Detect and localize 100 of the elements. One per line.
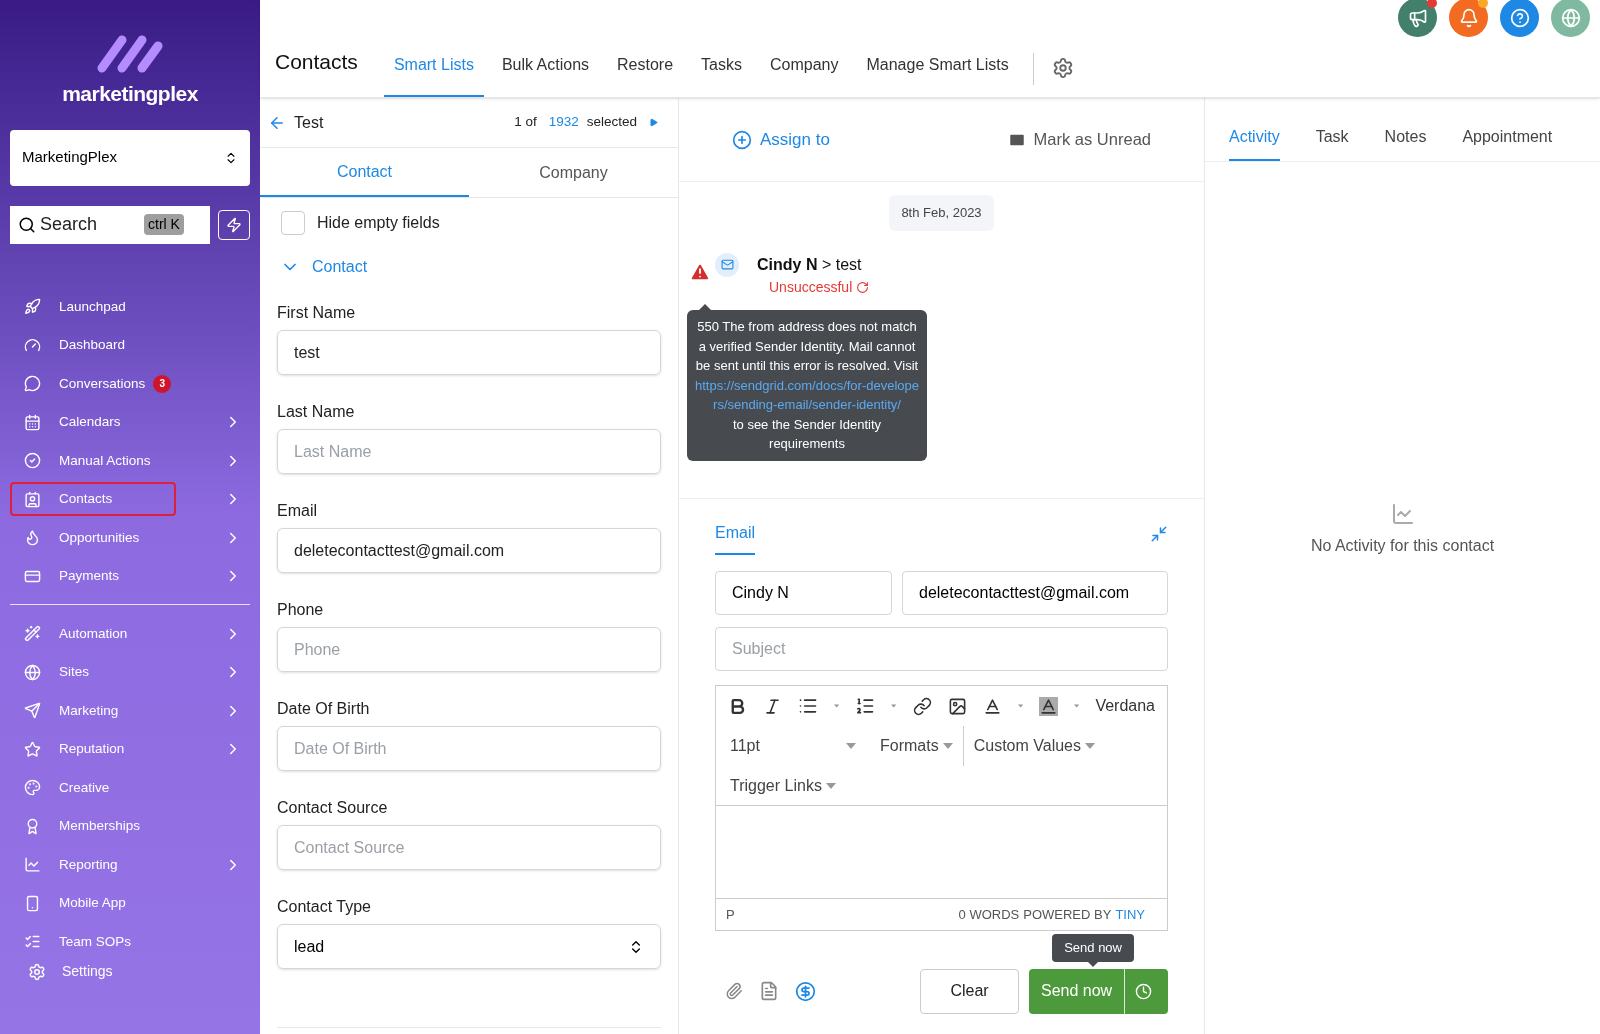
search-field[interactable]: Search ctrl K — [10, 205, 210, 244]
caret-icon[interactable] — [1017, 703, 1024, 709]
nav-tab[interactable]: Restore — [607, 53, 684, 97]
schedule-icon[interactable] — [1135, 982, 1153, 1000]
caret-icon[interactable] — [1085, 743, 1095, 749]
activity-tab[interactable]: Notes — [1384, 125, 1427, 161]
text-color-icon[interactable] — [982, 696, 1002, 716]
sidebar-item[interactable]: Reporting — [10, 847, 176, 882]
account-select[interactable]: MarketingPlex — [10, 129, 250, 186]
trigger-links-menu[interactable]: Trigger Links — [730, 773, 836, 798]
caret-icon[interactable] — [825, 782, 836, 789]
link-icon[interactable] — [912, 696, 932, 716]
checkbox[interactable] — [281, 211, 305, 235]
paperclip-icon[interactable] — [725, 982, 743, 1000]
numbered-list-icon[interactable] — [855, 696, 876, 716]
custom-values-menu[interactable]: Custom Values — [973, 734, 1095, 758]
panel-tab[interactable]: Company — [469, 148, 678, 197]
select-field[interactable]: lead — [277, 924, 661, 969]
input-field[interactable]: deletecontacttest@gmail.com — [277, 528, 661, 573]
sidebar-item[interactable]: Conversations 3 — [10, 366, 176, 401]
nav-tab[interactable]: Manage Smart Lists — [856, 53, 1019, 97]
shortcut-hint: ctrl K — [144, 214, 184, 235]
caret-icon[interactable] — [846, 743, 856, 749]
sidebar-item[interactable]: Manual Actions — [10, 443, 176, 478]
sidebar-item-label: Payments — [59, 567, 120, 586]
sidebar-item-label: Memberships — [59, 817, 141, 836]
sidebar-item[interactable]: Sites — [10, 655, 176, 690]
bell-icon[interactable] — [1449, 0, 1488, 37]
caret-icon[interactable] — [891, 703, 897, 709]
sidebar-item[interactable]: Dashboard — [10, 328, 176, 363]
document-icon[interactable] — [759, 981, 779, 1001]
to-email-field[interactable]: deletecontacttest@gmail.com — [902, 571, 1168, 615]
panel-tab[interactable]: Contact — [260, 148, 469, 197]
docs-link[interactable]: https://sendgrid.com/docs/for-developers/sending-email/sender-identity/ — [695, 375, 919, 415]
sidebar-item[interactable]: Creative — [10, 770, 176, 805]
section-toggle[interactable]: Contact — [312, 255, 368, 279]
quick-action-button[interactable] — [218, 209, 250, 240]
image-icon[interactable] — [947, 696, 967, 716]
activity-tab[interactable]: Appointment — [1462, 125, 1553, 161]
settings-icon[interactable] — [1051, 57, 1074, 79]
sidebar-item[interactable]: Opportunities — [10, 520, 176, 555]
nav-tab[interactable]: Company — [760, 53, 849, 97]
rocket-icon — [24, 298, 41, 316]
element-path: P — [726, 905, 735, 924]
font-select[interactable]: Verdana — [1095, 694, 1155, 718]
settings-item[interactable]: Settings — [28, 961, 232, 982]
mark-unread-button[interactable]: Mark as Unread — [1007, 127, 1151, 152]
message-header: Cindy N > test — [757, 254, 863, 275]
clear-button[interactable]: Clear — [920, 968, 1019, 1014]
sidebar-item-label: Conversations — [59, 374, 146, 393]
subject-field[interactable]: Subject — [715, 627, 1168, 671]
tiny-link[interactable]: TINY — [1115, 904, 1145, 925]
assign-button[interactable]: Assign to — [732, 126, 830, 153]
sidebar-item[interactable]: Contacts — [10, 482, 176, 517]
sidebar-item[interactable]: Team SOPs — [10, 924, 176, 959]
help-icon[interactable] — [1500, 0, 1539, 37]
caret-icon[interactable] — [834, 703, 840, 709]
globe-icon — [24, 663, 41, 681]
input-field[interactable]: Date Of Birth — [277, 726, 661, 771]
retry-icon[interactable] — [856, 280, 870, 294]
highlight-color-icon[interactable] — [1039, 696, 1059, 716]
font-size-select[interactable]: 11pt — [730, 734, 856, 758]
sidebar-item-label: Contacts — [59, 490, 113, 509]
next-record-icon[interactable] — [649, 118, 658, 127]
input-field[interactable]: test — [277, 330, 661, 375]
back-link[interactable]: Test — [294, 110, 324, 135]
search-input[interactable]: Search — [40, 211, 140, 238]
email-tab[interactable]: Email — [715, 521, 755, 555]
collapse-icon[interactable] — [1150, 525, 1168, 543]
nav-tab[interactable]: Bulk Actions — [491, 53, 600, 97]
sidebar-item[interactable]: Calendars — [10, 405, 176, 440]
sidebar-item[interactable]: Memberships — [10, 809, 176, 844]
formats-menu[interactable]: Formats — [880, 726, 964, 766]
field-label: Phone — [277, 600, 325, 620]
caret-icon[interactable] — [1074, 703, 1080, 709]
dollar-icon[interactable] — [795, 980, 816, 1002]
activity-tab[interactable]: Task — [1315, 125, 1349, 161]
megaphone-icon[interactable] — [1398, 0, 1437, 37]
input-field[interactable]: Last Name — [277, 429, 661, 474]
checkbox-label: Hide empty fields — [317, 213, 440, 233]
activity-tab[interactable]: Activity — [1229, 125, 1280, 161]
smartphone-icon — [24, 894, 41, 912]
sidebar-item[interactable]: Automation — [10, 616, 176, 651]
sidebar-item[interactable]: Payments — [10, 559, 176, 594]
flame-icon — [24, 529, 41, 547]
count-badge: 3 — [153, 374, 172, 393]
input-field[interactable]: Phone — [277, 627, 661, 672]
nav-tab[interactable]: Tasks — [691, 53, 752, 97]
nav-tab[interactable]: Smart Lists — [383, 53, 484, 97]
italic-icon[interactable] — [763, 696, 782, 716]
sidebar-item[interactable]: Marketing — [10, 693, 176, 728]
record-counter: 1 of — [514, 113, 537, 132]
sidebar-item[interactable]: Mobile App — [10, 886, 176, 921]
from-name-field[interactable]: Cindy N — [715, 571, 892, 615]
sidebar-item[interactable]: Launchpad — [10, 289, 176, 324]
caret-icon[interactable] — [942, 743, 953, 749]
field-label: Date Of Birth — [277, 699, 371, 719]
sidebar-item[interactable]: Reputation — [10, 732, 176, 767]
input-field[interactable]: Contact Source — [277, 825, 661, 870]
bullet-list-icon[interactable] — [798, 696, 818, 716]
